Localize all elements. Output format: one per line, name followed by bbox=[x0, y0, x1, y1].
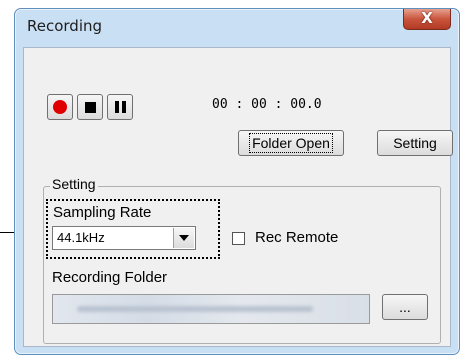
setting-group-legend: Setting bbox=[50, 176, 98, 192]
recording-folder-field[interactable] bbox=[52, 294, 370, 324]
blurred-path bbox=[77, 306, 313, 312]
pause-icon bbox=[114, 101, 126, 113]
setting-button[interactable]: Setting bbox=[377, 130, 453, 156]
record-icon bbox=[53, 100, 67, 114]
rec-remote-label[interactable]: Rec Remote bbox=[255, 229, 338, 246]
window-title: Recording bbox=[27, 17, 103, 35]
folder-open-label: Folder Open bbox=[249, 133, 333, 153]
browse-button-label: ... bbox=[399, 299, 411, 315]
sampling-rate-label: Sampling Rate bbox=[53, 204, 152, 221]
time-display: 00 : 00 : 00.0 bbox=[212, 97, 322, 112]
browse-button[interactable]: ... bbox=[382, 294, 428, 320]
recording-folder-label: Recording Folder bbox=[52, 269, 168, 286]
recording-window: Recording X 00 : 00 : 00.0 Folder Open S… bbox=[14, 8, 460, 355]
chevron-down-icon bbox=[179, 235, 189, 241]
close-button[interactable]: X bbox=[403, 9, 451, 30]
sampling-rate-select[interactable]: 44.1kHz bbox=[52, 226, 196, 250]
pause-button[interactable] bbox=[107, 94, 133, 120]
folder-open-button[interactable]: Folder Open bbox=[238, 130, 344, 156]
rec-remote-checkbox[interactable] bbox=[232, 232, 245, 245]
setting-button-label: Setting bbox=[393, 135, 437, 151]
record-button[interactable] bbox=[47, 94, 73, 120]
stop-icon bbox=[84, 101, 96, 113]
title-bar[interactable]: Recording X bbox=[15, 9, 459, 49]
stop-button[interactable] bbox=[77, 94, 103, 120]
dialog-client-area: 00 : 00 : 00.0 Folder Open Setting Setti… bbox=[23, 47, 453, 347]
close-icon: X bbox=[421, 9, 433, 27]
dropdown-button[interactable] bbox=[173, 228, 194, 248]
sampling-rate-value: 44.1kHz bbox=[57, 230, 105, 245]
